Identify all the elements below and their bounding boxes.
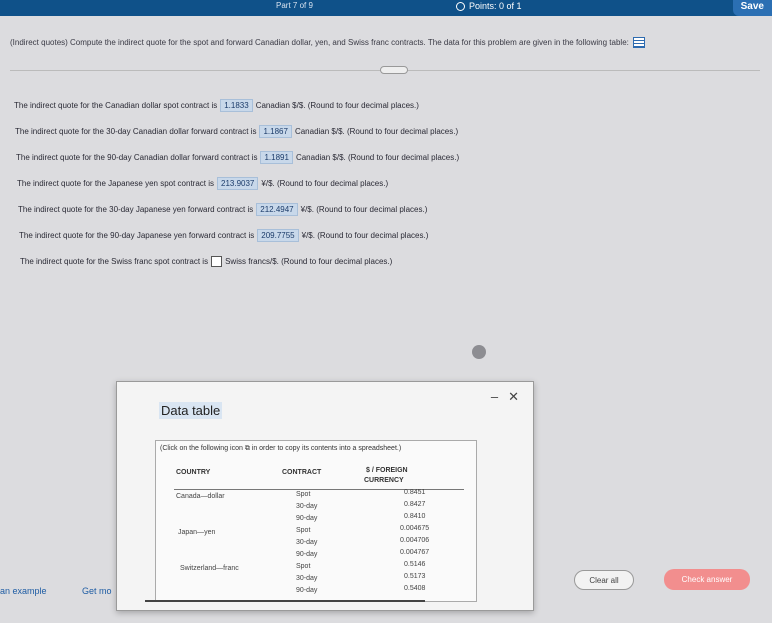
contract-cell: Spot [296,527,311,534]
answer-line: The indirect quote for the Japanese yen … [14,170,459,196]
minimize-button[interactable]: – [491,389,498,405]
header-rate: $ / FOREIGN [366,467,408,474]
points-display: Points: 0 of 1 [456,1,522,11]
indicator-dot [472,345,486,359]
question-text: (Indirect quotes) Compute the indirect q… [10,37,645,48]
rate-cell: 0.8410 [404,513,426,520]
answer-field[interactable]: 209.7755 [257,228,299,242]
points-circle-icon [456,1,465,11]
country-cell: Japan—yen [178,529,216,536]
rate-cell: 0.5408 [404,585,426,592]
question-prompt: (Indirect quotes) Compute the indirect q… [10,38,629,47]
answer-prompt: The indirect quote for the 90-day Japane… [19,230,255,240]
modal-scroll-indicator[interactable] [145,600,425,602]
answer-line: The indirect quote for the 30-day Japane… [14,196,459,222]
contract-cell: 90-day [296,551,318,558]
header-rate-currency: CURRENCY [364,477,404,484]
contract-cell: Spot [296,491,311,498]
answer-unit: ¥/$. (Round to four decimal places.) [301,230,429,240]
rate-cell: 0.8451 [404,489,426,496]
check-answer-button[interactable]: Check answer [664,569,750,590]
answer-prompt: The indirect quote for the 30-day Canadi… [15,126,257,136]
answer-unit: ¥/$. (Round to four decimal places.) [300,204,428,214]
contract-cell: Spot [296,563,311,570]
data-table-icon[interactable] [632,37,645,48]
contract-cell: 30-day [296,575,318,582]
answer-unit: Canadian $/$. (Round to four decimal pla… [294,126,459,136]
answer-prompt: The indirect quote for the 30-day Japane… [18,204,254,214]
rate-cell: 0.004767 [400,549,430,556]
answer-list: The indirect quote for the Canadian doll… [14,92,459,274]
answer-unit: Canadian $/$. (Round to four decimal pla… [255,100,419,110]
answer-unit: ¥/$. (Round to four decimal places.) [261,178,389,188]
get-more-help-link[interactable]: Get mo [82,586,112,596]
answer-prompt: The indirect quote for the Canadian doll… [14,100,218,110]
top-bar: Part 7 of 9 Points: 0 of 1 Save [0,0,772,16]
answer-prompt: The indirect quote for the 90-day Canadi… [16,152,258,162]
answer-line: The indirect quote for the 90-day Canadi… [14,144,459,170]
contract-cell: 90-day [296,515,318,522]
answer-unit: Canadian $/$. (Round to four decimal pla… [295,152,460,162]
modal-controls: – ✕ [491,389,519,405]
rate-cell: 0.004675 [400,525,430,532]
country-cell: Switzerland—franc [180,565,239,572]
answer-line: The indirect quote for the 30-day Canadi… [14,118,459,144]
header-contract: CONTRACT [282,469,322,476]
answer-field[interactable]: 212.4947 [256,202,298,216]
rate-cell: 0.5146 [404,561,426,568]
contract-cell: 90-day [296,587,318,594]
part-indicator: Part 7 of 9 [276,1,313,10]
answer-prompt: The indirect quote for the Swiss franc s… [20,256,209,266]
divider-handle[interactable] [380,66,408,74]
view-example-link[interactable]: an example [0,586,47,596]
answer-field[interactable]: 1.1867 [259,124,292,138]
rate-cell: 0.004706 [400,537,430,544]
points-label: Points: 0 of 1 [469,1,522,11]
answer-line: The indirect quote for the Canadian doll… [14,92,459,118]
clear-all-button[interactable]: Clear all [574,570,634,590]
answer-field[interactable]: 1.1833 [220,98,253,112]
data-table-modal: – ✕ Data table (Click on the following i… [116,381,534,611]
close-button[interactable]: ✕ [508,389,519,405]
modal-title: Data table [159,402,223,419]
country-cell: Canada—dollar [176,493,225,500]
rate-cell: 0.5173 [404,573,426,580]
answer-line: The indirect quote for the 90-day Japane… [14,222,459,248]
rate-cell: 0.8427 [404,501,426,508]
contract-cell: 30-day [296,539,318,546]
header-country: COUNTRY [176,469,211,476]
copy-instruction: (Click on the following icon ⧉ in order … [160,445,402,452]
answer-line: The indirect quote for the Swiss franc s… [14,248,459,274]
data-table: (Click on the following icon ⧉ in order … [155,440,477,602]
answer-unit: Swiss francs/$. (Round to four decimal p… [225,256,393,266]
swiss-franc-spot-input[interactable] [211,255,223,267]
answer-field[interactable]: 1.1891 [260,150,293,164]
contract-cell: 30-day [296,503,318,510]
answer-prompt: The indirect quote for the Japanese yen … [17,178,215,188]
answer-field[interactable]: 213.9037 [217,176,259,190]
save-button[interactable]: Save [732,0,772,16]
